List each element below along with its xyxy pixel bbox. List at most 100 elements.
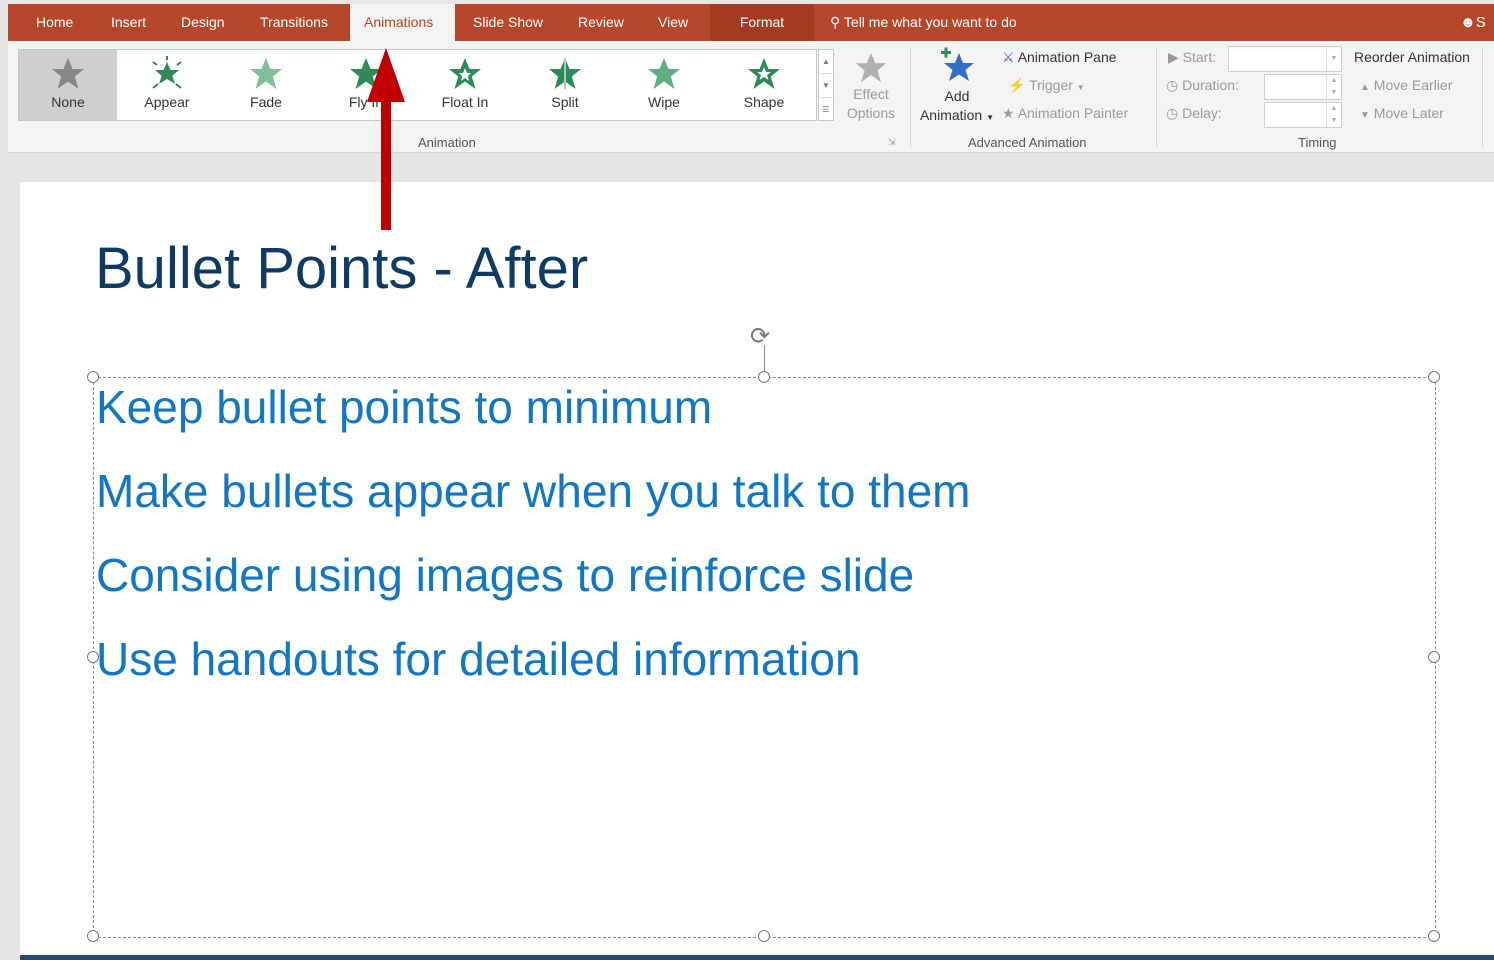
animation-fade[interactable]: Fade bbox=[217, 50, 315, 120]
clock-icon: ◷ bbox=[1166, 77, 1179, 93]
star-appear-icon bbox=[152, 56, 182, 89]
move-earlier-button[interactable]: ▲ Move Earlier bbox=[1360, 77, 1452, 93]
gallery-scroll-up[interactable]: ▲ bbox=[819, 50, 833, 74]
rotate-handle-icon[interactable]: ⟳ bbox=[750, 322, 770, 351]
advanced-animation-group-label: Advanced Animation bbox=[968, 135, 1087, 150]
tab-home[interactable]: Home bbox=[22, 4, 87, 41]
painter-star-icon: ★ bbox=[1002, 105, 1015, 121]
trigger-button[interactable]: ⚡ Trigger ▼ bbox=[1008, 77, 1085, 94]
annotation-arrow-head-icon bbox=[367, 48, 405, 102]
star-fade-icon bbox=[250, 58, 282, 89]
star-shape-icon bbox=[748, 58, 780, 89]
animation-group-label: Animation bbox=[418, 135, 476, 150]
dialog-launcher-icon[interactable]: ⇲ bbox=[888, 137, 896, 148]
animation-split[interactable]: Split bbox=[516, 50, 614, 120]
up-triangle-icon: ▲ bbox=[1360, 82, 1370, 93]
delay-clock-icon: ◷ bbox=[1166, 105, 1179, 121]
animation-split-label: Split bbox=[551, 94, 579, 110]
tab-animations[interactable]: Animations bbox=[350, 4, 455, 41]
animation-pane-icon: ⚔ bbox=[1002, 49, 1015, 65]
animation-wipe-label: Wipe bbox=[648, 94, 680, 110]
animation-appear[interactable]: Appear bbox=[118, 50, 216, 120]
resize-handle-right[interactable] bbox=[1428, 651, 1440, 663]
start-label: ▶ Start: bbox=[1168, 49, 1217, 65]
trigger-label: Trigger bbox=[1029, 77, 1073, 93]
gallery-scroll-down[interactable]: ▼ bbox=[819, 74, 833, 98]
resize-handle-bottom-right[interactable] bbox=[1428, 930, 1440, 942]
add-animation-star-icon bbox=[941, 47, 974, 81]
effect-options-label-1: Effect bbox=[853, 86, 889, 102]
play-icon: ▶ bbox=[1168, 49, 1179, 65]
star-none-icon bbox=[52, 58, 84, 89]
move-later-label: Move Later bbox=[1373, 105, 1444, 121]
animation-none-label: None bbox=[51, 94, 85, 110]
annotation-arrow-stem bbox=[381, 98, 391, 230]
resize-handle-top[interactable] bbox=[758, 371, 770, 383]
lightbulb-icon: ⚲ bbox=[830, 14, 841, 30]
dropdown-arrow-icon: ▼ bbox=[1326, 47, 1341, 71]
move-earlier-label: Move Earlier bbox=[1373, 77, 1453, 93]
effect-options-button[interactable]: Effect Options bbox=[836, 49, 906, 134]
delay-spinner[interactable]: ▲ ▼ bbox=[1264, 102, 1342, 128]
separator bbox=[1156, 47, 1157, 147]
resize-handle-bottom-left[interactable] bbox=[87, 930, 99, 942]
resize-handle-bottom[interactable] bbox=[758, 930, 770, 942]
animation-float-in-label: Float In bbox=[441, 94, 489, 110]
animation-painter-label: Animation Painter bbox=[1017, 105, 1129, 121]
gallery-scroll: ▲ ▼ ☰ bbox=[818, 49, 834, 121]
tab-format[interactable]: Format bbox=[710, 4, 814, 41]
ribbon-tab-bar: Home Insert Design Transitions Animation… bbox=[8, 4, 1494, 41]
bullet-text[interactable]: Use handouts for detailed information bbox=[96, 632, 861, 686]
gallery-more-button[interactable]: ☰ bbox=[819, 98, 833, 121]
animation-appear-label: Appear bbox=[144, 94, 190, 110]
animation-pane-button[interactable]: ⚔ Animation Pane bbox=[1002, 49, 1117, 66]
add-animation-label-2: Animation ▼ bbox=[919, 107, 995, 123]
ribbon-animations: None Appear Fade Fly In Float In Split W… bbox=[8, 41, 1494, 153]
tab-transitions[interactable]: Transitions bbox=[246, 4, 342, 41]
add-animation-label-1: Add bbox=[944, 88, 970, 104]
resize-handle-top-right[interactable] bbox=[1428, 371, 1440, 383]
slide-title[interactable]: Bullet Points - After bbox=[95, 235, 588, 302]
animation-float-in[interactable]: Float In bbox=[416, 50, 514, 120]
tab-slide-show[interactable]: Slide Show bbox=[459, 4, 557, 41]
animation-painter-button[interactable]: ★ Animation Painter bbox=[1002, 105, 1128, 122]
spinner-arrows-icon: ▲ ▼ bbox=[1326, 75, 1341, 99]
tab-insert[interactable]: Insert bbox=[97, 4, 160, 41]
share-label-partial: S bbox=[1475, 14, 1486, 31]
bullet-text[interactable]: Keep bullet points to minimum bbox=[96, 380, 712, 434]
down-triangle-icon: ▼ bbox=[1360, 110, 1370, 121]
bullet-text[interactable]: Consider using images to reinforce slide bbox=[96, 548, 914, 602]
animation-gallery: None Appear Fade Fly In Float In Split W… bbox=[18, 49, 817, 121]
star-split-icon bbox=[549, 58, 581, 89]
spinner-arrows-icon: ▲ ▼ bbox=[1326, 103, 1341, 127]
star-float-in-icon bbox=[449, 58, 481, 89]
tell-me-box[interactable]: ⚲ Tell me what you want to do bbox=[830, 4, 1017, 41]
tab-view[interactable]: View bbox=[644, 4, 702, 41]
next-slide-edge bbox=[20, 955, 1494, 960]
dropdown-arrow-icon: ▼ bbox=[1076, 83, 1085, 92]
bullet-text[interactable]: Make bullets appear when you talk to the… bbox=[96, 464, 971, 518]
duration-spinner[interactable]: ▲ ▼ bbox=[1264, 74, 1342, 100]
tell-me-text: Tell me what you want to do bbox=[843, 14, 1017, 30]
effect-options-label-2: Options bbox=[846, 105, 896, 121]
animation-shape-label: Shape bbox=[743, 94, 785, 110]
animation-pane-label: Animation Pane bbox=[1017, 49, 1117, 65]
lightning-icon: ⚡ bbox=[1008, 77, 1026, 93]
star-wipe-icon bbox=[648, 58, 680, 89]
duration-label: ◷ Duration: bbox=[1166, 77, 1239, 93]
tab-design[interactable]: Design bbox=[167, 4, 239, 41]
delay-label: ◷ Delay: bbox=[1166, 105, 1222, 121]
move-later-button[interactable]: ▼ Move Later bbox=[1360, 105, 1444, 121]
add-animation-button[interactable]: Add Animation ▼ bbox=[914, 47, 1000, 132]
share-button[interactable]: ☻S bbox=[1460, 4, 1486, 41]
tab-review[interactable]: Review bbox=[564, 4, 638, 41]
reorder-animation-label: Reorder Animation bbox=[1354, 49, 1470, 65]
animation-fade-label: Fade bbox=[250, 94, 282, 110]
separator bbox=[1482, 47, 1483, 147]
animation-shape[interactable]: Shape bbox=[715, 50, 813, 120]
animation-none[interactable]: None bbox=[19, 50, 117, 120]
user-icon: ☻ bbox=[1460, 14, 1476, 31]
animation-wipe[interactable]: Wipe bbox=[615, 50, 713, 120]
start-dropdown[interactable]: ▼ bbox=[1228, 46, 1342, 72]
separator bbox=[910, 47, 911, 147]
